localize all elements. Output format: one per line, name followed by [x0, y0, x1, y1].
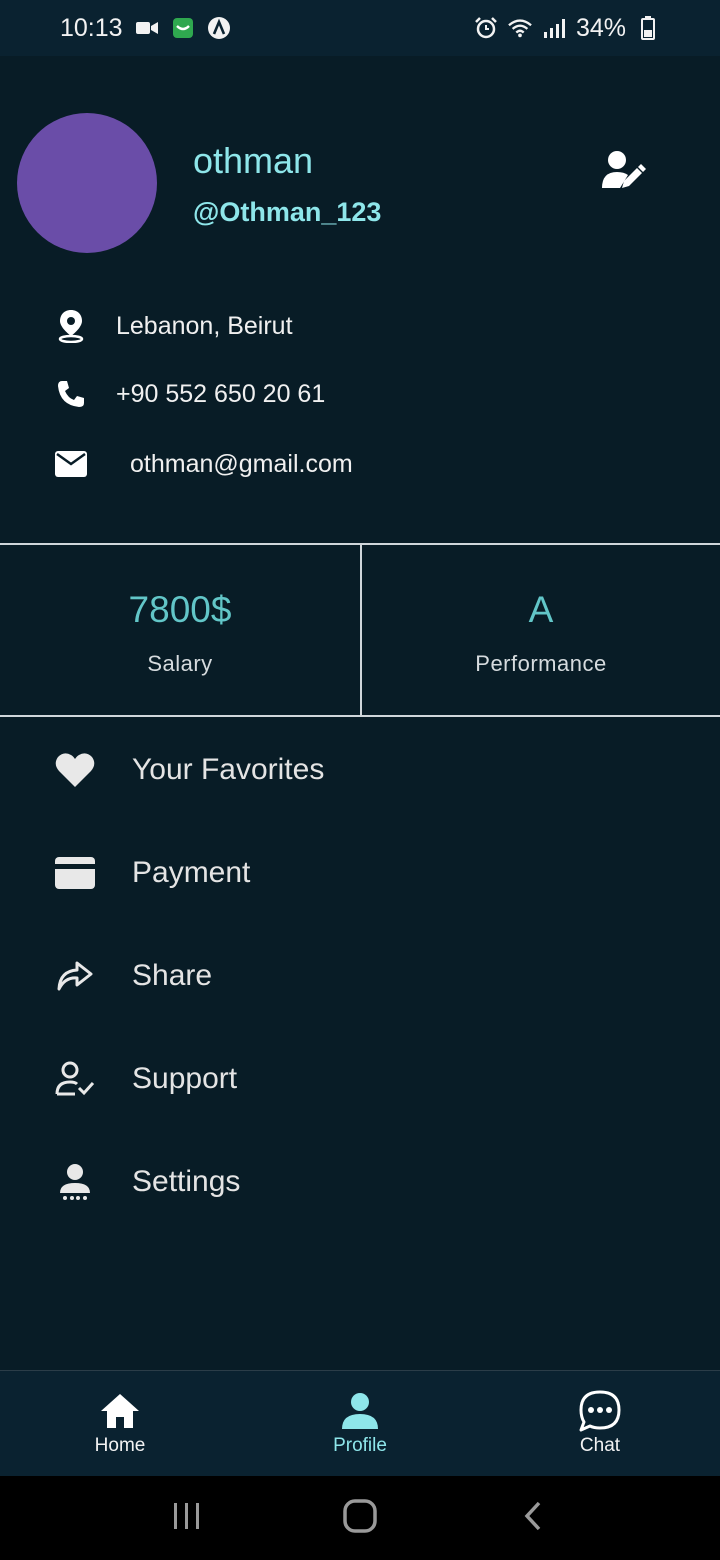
email-row[interactable]: othman@gmail.com [54, 447, 353, 481]
video-camera-icon [135, 16, 159, 40]
back-chevron-icon [523, 1501, 543, 1536]
nav-label: Profile [333, 1435, 387, 1456]
profile-name: othman [193, 140, 314, 181]
home-system-button[interactable] [330, 1496, 390, 1540]
status-bar: 10:13 34% [0, 0, 720, 56]
bottom-nav: Home Profile Chat [0, 1370, 720, 1476]
stat-value: A [528, 589, 554, 630]
menu-label: Settings [132, 1165, 241, 1198]
email-text: othman@gmail.com [130, 449, 353, 478]
stat-label: Performance [475, 651, 607, 676]
battery-icon [636, 16, 660, 40]
heart-icon [54, 749, 96, 791]
stat-performance: A Performance [360, 545, 720, 715]
menu-item-payment[interactable]: Payment [54, 852, 250, 894]
signal-icon [542, 16, 566, 40]
chat-bubble-icon [578, 1390, 622, 1432]
stat-label: Salary [147, 651, 213, 676]
status-left: 10:13 [60, 14, 231, 43]
a-circle-icon [207, 16, 231, 40]
recents-icon [171, 1502, 203, 1535]
phone-icon [54, 377, 88, 411]
menu-label: Payment [132, 856, 251, 889]
edit-profile-button[interactable] [600, 150, 646, 192]
status-right: 34% [474, 14, 660, 43]
share-arrow-icon [54, 955, 96, 997]
system-nav-bar [0, 1476, 720, 1560]
phone-row[interactable]: +90 552 650 20 61 [54, 377, 325, 411]
nav-item-profile[interactable]: Profile [240, 1371, 480, 1476]
menu-item-support[interactable]: Support [54, 1058, 237, 1100]
alarm-icon [474, 16, 498, 40]
nav-item-home[interactable]: Home [0, 1371, 240, 1476]
edit-user-icon [600, 151, 646, 196]
menu-label: Your Favorites [132, 753, 325, 786]
user-settings-icon [54, 1161, 96, 1203]
home-icon [98, 1390, 142, 1432]
stats-panel: 7800$ Salary A Performance [0, 543, 720, 717]
profile-screen: 10:13 34% othman @Othman_123 Lebanon, Be… [0, 0, 720, 1560]
nav-label: Home [94, 1435, 146, 1456]
menu-item-favorites[interactable]: Your Favorites [54, 749, 324, 791]
recents-button[interactable] [157, 1496, 217, 1540]
stat-salary: 7800$ Salary [0, 545, 360, 715]
avatar[interactable] [17, 113, 157, 253]
home-circle-icon [343, 1498, 377, 1538]
credit-card-icon [54, 852, 96, 894]
nav-item-chat[interactable]: Chat [480, 1371, 720, 1476]
app-notification-icon [171, 16, 195, 40]
menu-label: Share [132, 959, 213, 992]
user-check-icon [54, 1058, 96, 1100]
menu-item-settings[interactable]: Settings [54, 1161, 240, 1203]
menu-label: Support [132, 1062, 238, 1095]
stat-value: 7800$ [128, 589, 232, 630]
location-row: Lebanon, Beirut [54, 309, 293, 343]
back-button[interactable] [503, 1496, 563, 1540]
nav-label: Chat [579, 1435, 621, 1456]
location-pin-icon [54, 309, 88, 343]
person-icon [338, 1390, 382, 1432]
wifi-icon [508, 16, 532, 40]
battery-percentage: 34% [575, 13, 626, 42]
status-time: 10:13 [60, 13, 123, 42]
profile-handle: @Othman_123 [193, 197, 382, 227]
phone-text: +90 552 650 20 61 [116, 379, 326, 408]
menu-item-share[interactable]: Share [54, 955, 212, 997]
location-text: Lebanon, Beirut [116, 311, 293, 340]
mail-icon [54, 447, 88, 481]
